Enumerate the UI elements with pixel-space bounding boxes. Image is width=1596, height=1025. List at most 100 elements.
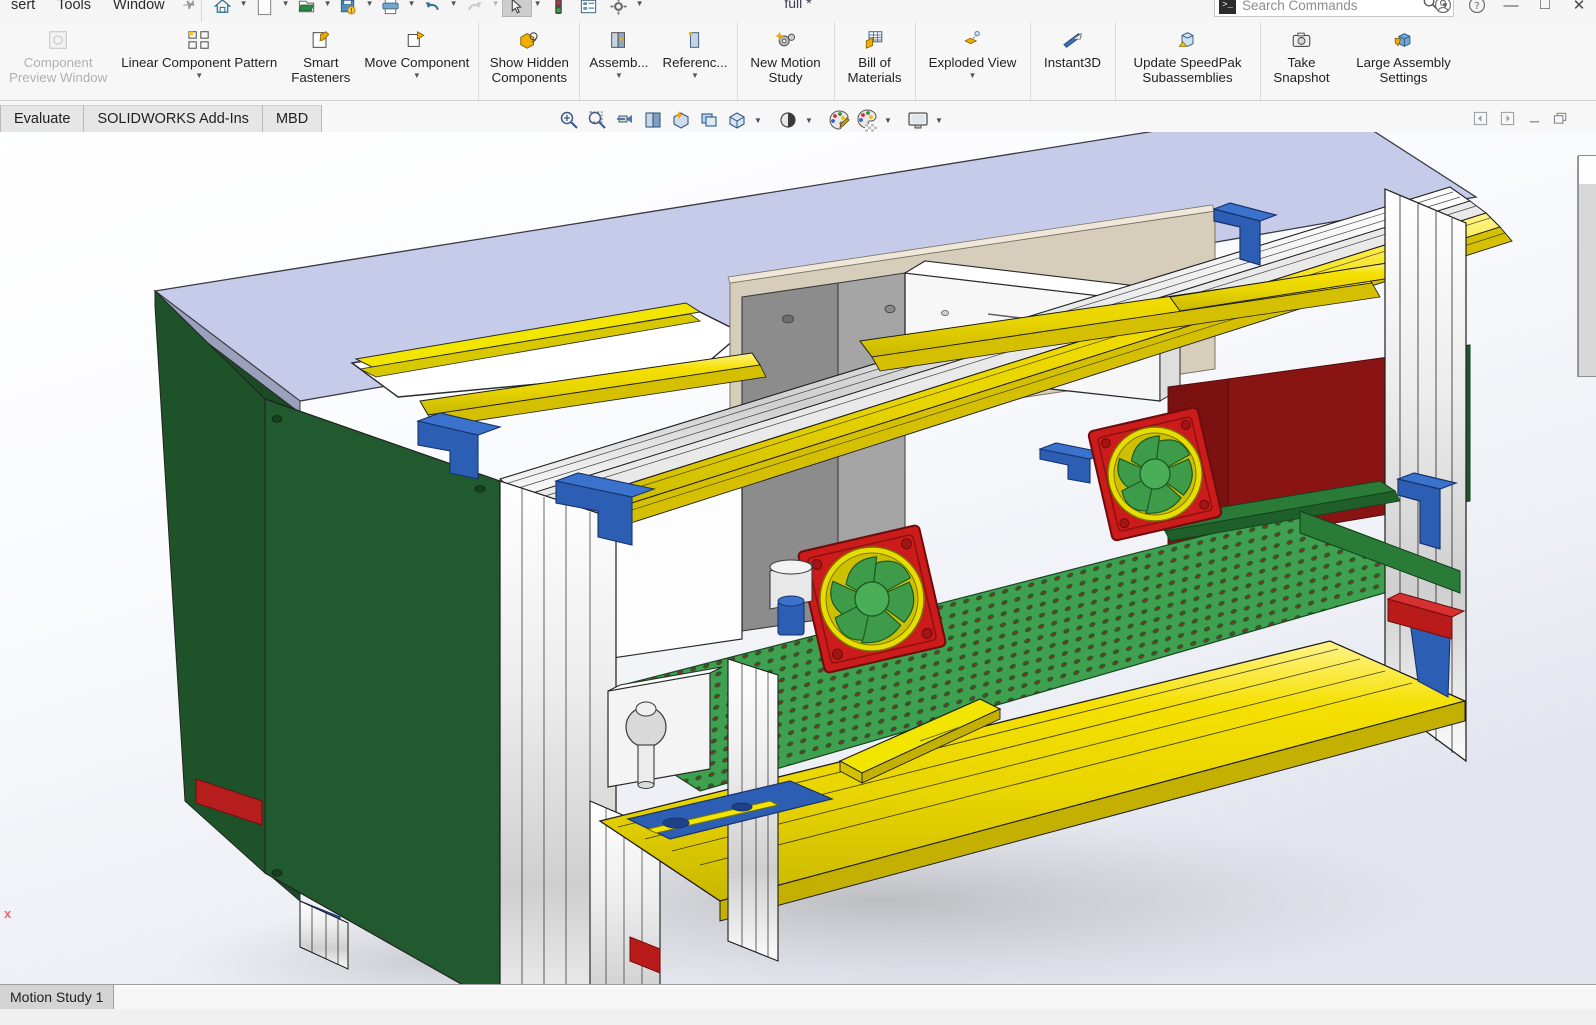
view-orientation-icon[interactable] xyxy=(668,107,694,133)
select-cursor-icon[interactable] xyxy=(502,0,532,17)
chevron-down-icon[interactable]: ▼ xyxy=(532,0,544,17)
mdi-minimize-button[interactable] xyxy=(1525,109,1543,127)
view-settings-icon[interactable] xyxy=(775,107,801,133)
section-view-icon[interactable] xyxy=(640,107,666,133)
hide-show-items-icon[interactable] xyxy=(724,107,750,133)
apply-scene-icon[interactable] xyxy=(854,107,880,133)
save-icon[interactable]: ! xyxy=(334,0,364,17)
chevron-down-icon[interactable]: ▼ xyxy=(322,0,334,17)
move-component-button[interactable]: Move Component ▼ xyxy=(357,22,476,100)
chevron-down-icon[interactable]: ▼ xyxy=(882,107,894,133)
search-commands-box[interactable]: >_ Search Commands ▼ xyxy=(1214,0,1454,17)
display-options-icon[interactable] xyxy=(574,0,604,17)
redo-icon[interactable] xyxy=(460,0,490,17)
chevron-down-icon[interactable]: ▼ xyxy=(364,0,376,17)
assembly-features-button[interactable]: Assemb... ▼ xyxy=(582,22,655,100)
chevron-down-icon[interactable]: ▼ xyxy=(615,71,623,80)
ribbon-group-exploded: Exploded View ▼ xyxy=(916,22,1031,100)
display-style-icon[interactable] xyxy=(696,107,722,133)
user-account-icon[interactable] xyxy=(1426,0,1460,17)
task-pane-tab-file-explorer[interactable] xyxy=(1578,216,1596,249)
reference-geometry-icon xyxy=(684,27,706,53)
ribbon-button-label: Bill of Materials xyxy=(848,55,902,85)
task-pane-tab-design-library[interactable] xyxy=(1578,184,1596,217)
motion-study-tab-1[interactable]: Motion Study 1 xyxy=(0,985,114,1009)
ribbon-button-label: Component Preview Window xyxy=(9,55,107,85)
component-preview-window-button[interactable]: Component Preview Window xyxy=(2,22,114,100)
task-pane-tab-3d-content[interactable] xyxy=(1578,344,1596,377)
mdi-restore-left-button[interactable] xyxy=(1471,109,1489,127)
large-assembly-settings-button[interactable]: Large Assembly Settings xyxy=(1341,22,1467,100)
chevron-down-icon[interactable]: ▼ xyxy=(195,71,203,80)
task-pane-tab-resources[interactable] xyxy=(1578,155,1596,185)
tab-evaluate[interactable]: Evaluate xyxy=(0,105,84,132)
chevron-down-icon[interactable]: ▼ xyxy=(448,0,460,17)
chevron-down-icon[interactable]: ▼ xyxy=(238,0,250,17)
window-minimize-button[interactable]: — xyxy=(1494,0,1528,17)
assembly-3d-model[interactable] xyxy=(0,101,1596,984)
chevron-down-icon[interactable]: ▼ xyxy=(490,0,502,17)
ribbon-button-label: Move Component xyxy=(364,55,469,70)
chevron-down-icon[interactable]: ▼ xyxy=(969,71,977,80)
open-document-icon[interactable] xyxy=(292,0,322,17)
chevron-down-icon[interactable]: ▼ xyxy=(752,107,764,133)
menu-item-window[interactable]: Window xyxy=(102,0,176,16)
gear-options-icon[interactable] xyxy=(604,0,634,17)
mdi-restore-right-button[interactable] xyxy=(1498,109,1516,127)
ribbon-group-bom: Bill of Materials xyxy=(835,22,916,100)
chevron-down-icon[interactable]: ▼ xyxy=(933,107,945,133)
update-speedpak-subassemblies-button[interactable]: Update SpeedPak Subassemblies xyxy=(1118,22,1258,100)
graphics-viewport[interactable]: ▼ ▼ ▼ ▼ xyxy=(0,101,1596,984)
window-maximize-button[interactable]: □ xyxy=(1528,0,1562,17)
bill-of-materials-button[interactable]: Bill of Materials xyxy=(837,22,913,100)
reference-geometry-button[interactable]: Referenc... ▼ xyxy=(655,22,734,100)
zoom-to-area-icon[interactable] xyxy=(584,107,610,133)
edit-appearance-icon[interactable] xyxy=(826,107,852,133)
status-bar xyxy=(0,1009,1596,1025)
chevron-down-icon[interactable]: ▼ xyxy=(406,0,418,17)
chevron-down-icon[interactable]: ▼ xyxy=(634,0,646,17)
ribbon-button-label: New Motion Study xyxy=(750,55,820,85)
chevron-down-icon[interactable]: ▼ xyxy=(803,107,815,133)
pushpin-icon[interactable] xyxy=(176,0,199,17)
command-prompt-icon: >_ xyxy=(1219,0,1236,14)
mdi-window-controls xyxy=(1471,109,1570,127)
home-icon[interactable] xyxy=(208,0,238,17)
ribbon-button-label: Large Assembly Settings xyxy=(1356,55,1451,85)
mdi-restore-button[interactable] xyxy=(1552,109,1570,127)
tab-solidworks-addins[interactable]: SOLIDWORKS Add-Ins xyxy=(83,105,263,132)
ribbon-button-label: Take Snapshot xyxy=(1273,55,1329,85)
ribbon-group-component: Component Preview Window Linear Componen… xyxy=(0,22,479,100)
linear-component-pattern-button[interactable]: Linear Component Pattern ▼ xyxy=(114,22,284,100)
menu-item-insert[interactable]: sert xyxy=(0,0,46,16)
bill-of-materials-icon xyxy=(863,27,886,53)
chevron-down-icon[interactable]: ▼ xyxy=(413,71,421,80)
tab-mbd[interactable]: MBD xyxy=(262,105,322,132)
task-pane-tab-view-palette[interactable] xyxy=(1578,248,1596,281)
instant3d-button[interactable]: Instant3D xyxy=(1033,22,1113,100)
help-question-icon[interactable]: ? xyxy=(1460,0,1494,17)
task-pane-tab-custom-properties[interactable] xyxy=(1578,312,1596,345)
search-input[interactable]: Search Commands xyxy=(1242,0,1416,13)
undo-icon[interactable] xyxy=(418,0,448,17)
show-hidden-components-button[interactable]: Show Hidden Components xyxy=(481,22,577,100)
smart-fasteners-button[interactable]: Smart Fasteners xyxy=(284,22,357,100)
chevron-down-icon[interactable]: ▼ xyxy=(280,0,292,17)
print-icon[interactable] xyxy=(376,0,406,17)
task-pane-tab-appearances[interactable] xyxy=(1578,280,1596,313)
exploded-view-button[interactable]: Exploded View ▼ xyxy=(918,22,1028,100)
rebuild-icon[interactable] xyxy=(544,0,574,17)
ribbon-button-label: Show Hidden Components xyxy=(490,55,569,85)
window-close-button[interactable]: ✕ xyxy=(1562,0,1596,17)
previous-view-icon[interactable] xyxy=(612,107,638,133)
chevron-down-icon[interactable]: ▼ xyxy=(691,71,699,80)
new-motion-study-button[interactable]: New Motion Study xyxy=(740,22,832,100)
linear-pattern-icon xyxy=(187,27,211,53)
view-settings-display-icon[interactable] xyxy=(905,107,931,133)
new-document-icon[interactable] xyxy=(250,0,280,17)
take-snapshot-button[interactable]: Take Snapshot xyxy=(1263,22,1341,100)
tab-row-spacer xyxy=(321,105,1596,132)
task-pane-tab-strip xyxy=(1577,156,1596,377)
menu-item-tools[interactable]: Tools xyxy=(46,0,102,16)
zoom-to-fit-icon[interactable] xyxy=(556,107,582,133)
